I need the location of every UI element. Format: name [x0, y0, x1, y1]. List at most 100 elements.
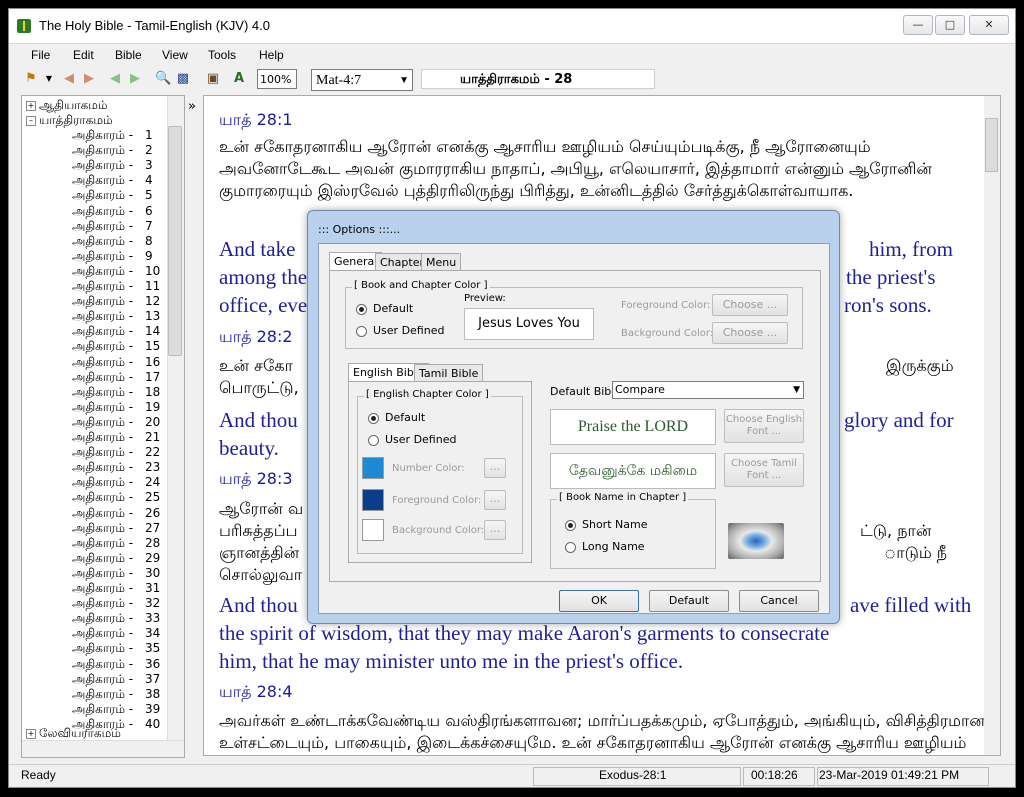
- tree-chapter-item[interactable]: அதிகாரம் - 34: [72, 626, 160, 642]
- choose-background-button[interactable]: Choose ...: [712, 322, 788, 344]
- menu-tools[interactable]: Tools: [208, 48, 236, 62]
- number-color-button[interactable]: ...: [484, 458, 506, 478]
- expand-icon[interactable]: +: [26, 728, 36, 739]
- menu-file[interactable]: File: [31, 48, 50, 62]
- scroll-thumb[interactable]: [168, 126, 182, 356]
- background-color-label: Background Color:: [392, 525, 485, 536]
- tree-chapter-item[interactable]: அதிகாரம் - 9: [72, 249, 153, 265]
- tree-chapter-item[interactable]: அதிகாரம் - 37: [72, 672, 160, 688]
- expand-icon[interactable]: +: [26, 100, 36, 111]
- radio-user-defined[interactable]: User Defined: [368, 433, 456, 446]
- tree-chapter-item[interactable]: அதிகாரம் - 10: [72, 264, 160, 280]
- tree-chapter-item[interactable]: அதிகாரம் - 36: [72, 657, 160, 673]
- tree-chapter-item[interactable]: அதிகாரம் - 29: [72, 551, 160, 567]
- tree-chapter-item[interactable]: அதிகாரம் - 38: [72, 687, 160, 703]
- menu-bible[interactable]: Bible: [115, 48, 142, 62]
- tree-chapter-item[interactable]: அதிகாரம் - 20: [72, 415, 160, 431]
- copy-icon[interactable]: ▩: [175, 71, 191, 87]
- tab-tamil-bible[interactable]: Tamil Bible: [414, 364, 484, 382]
- tree-chapter-item[interactable]: அதிகாரம் - 31: [72, 581, 160, 597]
- default-button[interactable]: Default: [649, 590, 729, 612]
- tree-vertical-scrollbar[interactable]: [167, 96, 184, 740]
- choose-foreground-button[interactable]: Choose ...: [712, 294, 788, 316]
- prev-chapter-icon[interactable]: ◀: [107, 71, 123, 87]
- reference-select[interactable]: Mat-4:7 ▼: [311, 69, 413, 91]
- tree-chapter-item[interactable]: அதிகாரம் - 1: [72, 128, 153, 144]
- tree-chapter-item[interactable]: அதிகாரம் - 3: [72, 158, 153, 174]
- tab-menu[interactable]: Menu: [421, 253, 462, 271]
- tree-chapter-item[interactable]: அதிகாரம் - 16: [72, 355, 160, 371]
- tree-chapter-item[interactable]: அதிகாரம் - 8: [72, 234, 153, 250]
- separator: -: [124, 656, 137, 671]
- choose-english-font-button[interactable]: Choose English Font ...: [724, 409, 804, 443]
- tree-chapter-item[interactable]: அதிகாரம் - 14: [72, 324, 160, 340]
- toolbar: ⚑ ▼ ◀ ▶ ◀ ▶ 🔍 ▩ ▣ A 100% Mat-4:7 ▼ யாத்த…: [9, 67, 1015, 93]
- radio-label: Default: [373, 302, 414, 315]
- tree-chapter-item[interactable]: அதிகாரம் - 35: [72, 641, 160, 657]
- radio-default[interactable]: Default: [368, 411, 425, 424]
- menu-help[interactable]: Help: [259, 48, 284, 62]
- tree-chapter-item[interactable]: அதிகாரம் - 2: [72, 143, 153, 159]
- tree-book-exodus[interactable]: – யாத்திராகமம்: [26, 113, 113, 129]
- pane-splitter[interactable]: »: [185, 95, 203, 756]
- radio-short-name[interactable]: Short Name: [565, 518, 647, 531]
- scroll-thumb[interactable]: [985, 118, 998, 172]
- bookmark-icon[interactable]: ⚑: [23, 71, 39, 87]
- tree-chapter-item[interactable]: அதிகாரம் - 11: [72, 279, 160, 295]
- tree-chapter-item[interactable]: அதிகாரம் - 18: [72, 385, 160, 401]
- status-ready: Ready: [21, 768, 56, 782]
- collapse-pane-icon[interactable]: »: [188, 99, 196, 114]
- radio-default[interactable]: Default: [356, 302, 413, 315]
- tree-chapter-item[interactable]: அதிகாரம் - 19: [72, 400, 160, 416]
- tree-chapter-item[interactable]: அதிகாரம் - 13: [72, 309, 160, 325]
- tree-chapter-item[interactable]: அதிகாரம் - 7: [72, 219, 153, 235]
- content-vertical-scrollbar[interactable]: [984, 96, 1000, 755]
- foreground-color-button[interactable]: ...: [484, 490, 506, 510]
- tree-chapter-item[interactable]: அதிகாரம் - 24: [72, 475, 160, 491]
- tree-book-genesis[interactable]: + ஆதியாகமம்: [26, 98, 108, 114]
- tree-chapter-item[interactable]: அதிகாரம் - 22: [72, 445, 160, 461]
- radio-dot: [356, 325, 367, 337]
- tree-chapter-item[interactable]: அதிகாரம் - 33: [72, 611, 160, 627]
- tree-chapter-item[interactable]: அதிகாரம் - 39: [72, 702, 160, 718]
- book-tree[interactable]: + ஆதியாகமம் – யாத்திராகமம் அதிகாரம் - 1 அதி…: [21, 95, 185, 758]
- tree-chapter-item[interactable]: அதிகாரம் - 23: [72, 460, 160, 476]
- dropdown-arrow-icon[interactable]: ▼: [41, 71, 57, 87]
- verse-ref: யாத் 28:4: [219, 682, 293, 701]
- cancel-button[interactable]: Cancel: [739, 590, 819, 612]
- next-book-icon[interactable]: ▶: [81, 71, 97, 87]
- collapse-icon[interactable]: –: [26, 115, 36, 126]
- background-color-button[interactable]: ...: [484, 520, 506, 540]
- tree-chapter-item[interactable]: அதிகாரம் - 15: [72, 339, 160, 355]
- search-icon[interactable]: 🔍: [155, 71, 171, 87]
- tree-chapter-item[interactable]: அதிகாரம் - 21: [72, 430, 160, 446]
- radio-user-defined[interactable]: User Defined: [356, 324, 444, 337]
- zoom-select[interactable]: 100%: [257, 69, 297, 89]
- tree-chapter-item[interactable]: அதிகாரம் - 32: [72, 596, 160, 612]
- tree-horizontal-scrollbar[interactable]: [22, 740, 184, 757]
- next-chapter-icon[interactable]: ▶: [127, 71, 143, 87]
- menu-view[interactable]: View: [162, 48, 188, 62]
- maximize-button[interactable]: □: [935, 15, 965, 35]
- book-icon[interactable]: ▣: [205, 71, 221, 87]
- tree-chapter-item[interactable]: அதிகாரம் - 26: [72, 506, 160, 522]
- tree-chapter-item[interactable]: அதிகாரம் - 28: [72, 536, 160, 552]
- tree-chapter-item[interactable]: அதிகாரம் - 6: [72, 204, 153, 220]
- tree-chapter-item[interactable]: அதிகாரம் - 12: [72, 294, 160, 310]
- tree-chapter-item[interactable]: அதிகாரம் - 5: [72, 188, 153, 204]
- tree-chapter-label: அதிகாரம்: [72, 671, 125, 686]
- radio-long-name[interactable]: Long Name: [565, 540, 645, 553]
- prev-book-icon[interactable]: ◀: [61, 71, 77, 87]
- tree-chapter-item[interactable]: அதிகாரம் - 17: [72, 370, 160, 386]
- menu-edit[interactable]: Edit: [73, 48, 94, 62]
- ok-button[interactable]: OK: [559, 590, 639, 612]
- minimize-button[interactable]: —: [903, 15, 933, 35]
- choose-tamil-font-button[interactable]: Choose Tamil Font ...: [724, 453, 804, 487]
- tree-chapter-item[interactable]: அதிகாரம் - 25: [72, 490, 160, 506]
- default-bible-select[interactable]: Compare ▼: [612, 381, 804, 399]
- tree-chapter-item[interactable]: அதிகாரம் - 27: [72, 521, 160, 537]
- tree-chapter-item[interactable]: அதிகாரம் - 30: [72, 566, 160, 582]
- font-icon[interactable]: A: [231, 71, 247, 87]
- close-button[interactable]: ✕: [969, 15, 1009, 35]
- tree-chapter-item[interactable]: அதிகாரம் - 4: [72, 173, 153, 189]
